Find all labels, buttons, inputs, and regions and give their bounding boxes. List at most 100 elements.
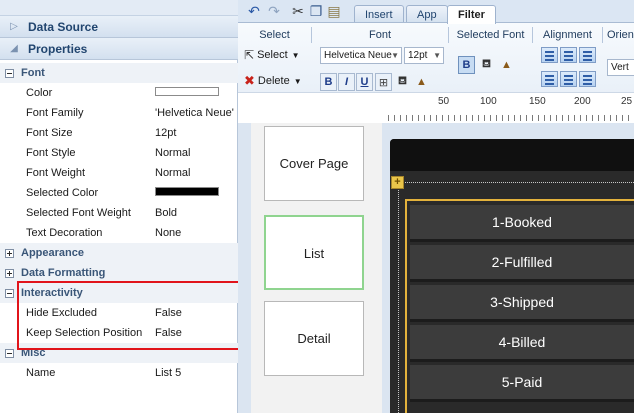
underline-label: U: [360, 76, 369, 88]
orientation-combo[interactable]: Vert: [607, 59, 634, 76]
prop-row-text-decoration[interactable]: Text Decoration None: [0, 223, 238, 243]
page-thumb-label: Detail: [297, 331, 331, 346]
list-item-label: 1-Booked: [492, 214, 552, 230]
tab-insert[interactable]: Insert: [354, 5, 404, 23]
prop-row-selected-font-weight[interactable]: Selected Font Weight Bold: [0, 203, 238, 223]
font-color-button[interactable]: ▲: [413, 73, 430, 91]
prop-value[interactable]: Bold: [149, 207, 238, 219]
page-thumb-label: List: [303, 246, 325, 261]
properties-header[interactable]: ◢ Properties: [0, 38, 238, 60]
list-item[interactable]: 2-Fulfilled: [410, 245, 634, 282]
prop-value[interactable]: [149, 87, 238, 99]
prop-row-font-size[interactable]: Font Size 12pt: [0, 123, 238, 143]
italic-button[interactable]: I: [338, 73, 355, 91]
font-color-icon: ▲: [501, 59, 512, 71]
prop-row-font-weight[interactable]: Font Weight Normal: [0, 163, 238, 183]
selected-fill-button[interactable]: ⛾: [478, 56, 495, 74]
prop-row-name[interactable]: Name List 5: [0, 363, 238, 383]
valign-bottom-button[interactable]: [579, 71, 596, 87]
list-component[interactable]: 1-Booked 2-Fulfilled 3-Shipped 4-Billed …: [405, 199, 634, 413]
border-button[interactable]: ⊞: [375, 73, 392, 91]
prop-row-font-family[interactable]: Font Family 'Helvetica Neue': [0, 103, 238, 123]
underline-button[interactable]: U: [356, 73, 373, 91]
color-swatch[interactable]: [155, 87, 219, 96]
ruler-ticks: [388, 115, 634, 121]
undo-icon[interactable]: ↶: [246, 3, 262, 19]
redo-icon[interactable]: ↷: [266, 3, 282, 19]
prop-row-hide-excluded[interactable]: Hide Excluded False: [0, 303, 238, 323]
prop-label: Hide Excluded: [26, 307, 97, 319]
align-right-button[interactable]: [579, 47, 596, 63]
expand-plus-icon[interactable]: [5, 268, 14, 278]
prop-row-font-style[interactable]: Font Style Normal: [0, 143, 238, 163]
paste-icon[interactable]: ▤: [326, 3, 342, 19]
prop-value[interactable]: [149, 187, 238, 199]
collapse-minus-icon[interactable]: [5, 68, 14, 78]
ruler-mark: 200: [574, 96, 591, 107]
prop-value[interactable]: None: [149, 227, 238, 239]
section-data-formatting[interactable]: Data Formatting: [0, 263, 238, 283]
list-item[interactable]: 1-Booked: [410, 205, 634, 242]
valign-top-button[interactable]: [541, 71, 558, 87]
section-interactivity[interactable]: Interactivity: [0, 283, 238, 303]
fill-color-button[interactable]: ⛾: [394, 73, 411, 91]
dropdown-arrow-icon: ▼: [391, 51, 399, 60]
selected-color-swatch[interactable]: [155, 187, 219, 196]
page-thumb-detail[interactable]: Detail: [264, 301, 364, 376]
move-handle-icon[interactable]: +: [391, 176, 404, 189]
list-item[interactable]: 5-Paid: [410, 365, 634, 402]
prop-value[interactable]: Normal: [149, 147, 238, 159]
prop-row-color[interactable]: Color: [0, 83, 238, 103]
font-size-combo[interactable]: 12pt ▼: [404, 47, 444, 64]
prop-value[interactable]: False: [149, 307, 238, 319]
tab-app[interactable]: App: [406, 5, 448, 23]
tab-label: Filter: [458, 9, 485, 21]
prop-value[interactable]: 'Helvetica Neue': [149, 107, 238, 119]
page-thumb-list[interactable]: List: [264, 215, 364, 290]
section-misc[interactable]: Misc: [0, 343, 238, 363]
prop-label: Name: [26, 367, 56, 379]
valign-middle-button[interactable]: [560, 71, 577, 87]
prop-value[interactable]: False: [149, 327, 238, 339]
font-family-combo[interactable]: Helvetica Neue ▼: [320, 47, 402, 64]
selected-bold-button[interactable]: B: [458, 56, 475, 74]
select-button-label: Select: [257, 49, 288, 61]
align-left-button[interactable]: [541, 47, 558, 63]
tab-filter[interactable]: Filter: [447, 5, 496, 24]
border-icon: ⊞: [378, 76, 389, 89]
expand-plus-icon[interactable]: [5, 248, 14, 258]
prop-row-keep-selection-position[interactable]: Keep Selection Position False: [0, 323, 238, 343]
bold-button[interactable]: B: [320, 73, 337, 91]
page-thumb-cover[interactable]: Cover Page: [264, 126, 364, 201]
select-button[interactable]: ⇱ Select ▼: [244, 48, 300, 62]
section-font[interactable]: Font: [0, 63, 238, 83]
data-source-label: Data Source: [28, 19, 99, 34]
prop-value[interactable]: Normal: [149, 167, 238, 179]
group-font-title: Font: [312, 27, 449, 43]
ruler-mark: 25: [621, 96, 633, 107]
cut-icon[interactable]: ✂: [290, 3, 306, 19]
prop-value[interactable]: 12pt: [149, 127, 238, 139]
dropdown-arrow-icon: ▼: [291, 50, 300, 60]
list-item[interactable]: 4-Billed: [410, 325, 634, 362]
align-center-button[interactable]: [560, 47, 577, 63]
data-source-header[interactable]: ▷ Data Source: [0, 16, 238, 38]
list-item-label: 4-Billed: [498, 334, 546, 350]
bold-label: B: [324, 76, 333, 88]
font-family-value: Helvetica Neue: [324, 50, 392, 61]
prop-row-selected-color[interactable]: Selected Color: [0, 183, 238, 203]
prop-label: Color: [26, 87, 53, 99]
copy-icon[interactable]: ❐: [308, 3, 324, 19]
collapse-minus-icon[interactable]: [5, 288, 14, 298]
selected-font-color-button[interactable]: ▲: [498, 56, 515, 74]
properties-panel: ▷ Data Source ◢ Properties Font Color Fo…: [0, 0, 246, 413]
prop-value[interactable]: List 5: [149, 367, 238, 379]
collapse-minus-icon[interactable]: [5, 348, 14, 358]
group-select-title: Select: [238, 27, 312, 43]
selection-guide: [399, 182, 634, 183]
dropdown-arrow-icon: ▼: [293, 76, 302, 86]
section-appearance[interactable]: Appearance: [0, 243, 238, 263]
list-item[interactable]: 3-Shipped: [410, 285, 634, 322]
paint-bucket-icon: ⛾: [398, 75, 407, 87]
delete-button[interactable]: ✖ Delete ▼: [244, 73, 302, 89]
